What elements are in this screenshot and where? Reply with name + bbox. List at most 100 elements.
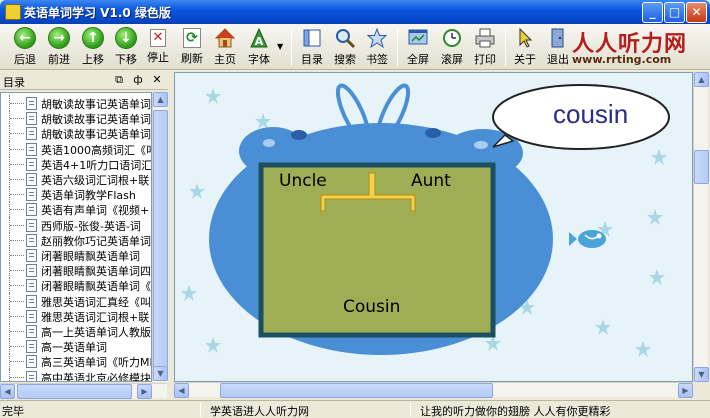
content-vertical-scrollbar[interactable]: ▲ ▼ <box>693 72 709 382</box>
document-icon <box>26 218 37 232</box>
move-up-button[interactable]: ↑ 上移 <box>76 26 110 68</box>
home-icon <box>214 28 236 48</box>
refresh-icon: ⟳ <box>183 28 201 48</box>
exit-button[interactable]: 退出 <box>541 26 575 68</box>
tree-connector <box>9 247 25 263</box>
content-scroll-down-icon[interactable]: ▼ <box>694 367 709 382</box>
printer-icon <box>475 28 495 48</box>
window-title: 英语单词学习 V1.0 绿色版 <box>24 6 171 20</box>
pin-icon[interactable]: ф <box>131 73 145 87</box>
stop-button[interactable]: ✕ 停止 <box>141 26 175 68</box>
tree-connector <box>9 338 25 355</box>
status-bar: 完毕 学英语进人人听力网 让我的听力做你的翅膀 人人有你更精彩 <box>0 400 710 418</box>
refresh-button[interactable]: ⟳ 刷新 <box>175 26 209 68</box>
tree-item[interactable]: 英语有声单词《视频+ <box>1 201 151 218</box>
tree-connector <box>9 277 25 294</box>
tree-item[interactable]: 雅思英语词汇真经《叫 <box>1 292 151 309</box>
tree-item[interactable]: 高一英语单词 <box>1 338 151 355</box>
tree-item[interactable]: 胡敏读故事记英语单词 <box>1 95 151 111</box>
sidebar-scroll-thumb[interactable] <box>153 110 168 380</box>
tree-item[interactable]: 胡敏读故事记英语单词 <box>1 125 151 142</box>
forward-button[interactable]: → 前进 <box>42 26 76 68</box>
autoscroll-button[interactable]: 滚屏 <box>435 26 469 68</box>
tree-item[interactable]: 闭著眼睛飘英语单词《 <box>1 277 151 294</box>
sidebar-header: 目录 ⧉ ф ✕ <box>0 72 168 90</box>
content-horizontal-scrollbar[interactable]: ◀ ▶ <box>174 382 693 398</box>
tree-item[interactable]: 英语六级词汇词根+联 <box>1 171 151 187</box>
sidebar-hscroll-thumb[interactable] <box>17 384 132 399</box>
minimize-button[interactable]: _ <box>642 2 663 23</box>
tree-connector <box>9 216 25 233</box>
toc-button[interactable]: 目录 <box>295 26 329 68</box>
sidebar-vertical-scrollbar[interactable]: ▲ ▼ <box>152 92 168 382</box>
tree-item[interactable]: 胡敏读故事记英语单词 <box>1 110 151 127</box>
document-icon <box>26 340 37 354</box>
font-icon: A <box>250 27 268 48</box>
home-label: 主页 <box>214 53 236 66</box>
document-icon <box>26 370 37 381</box>
uncle-label: Uncle <box>279 171 327 191</box>
tree-item[interactable]: 西师版-张俊-英语-词 <box>1 216 151 233</box>
back-button[interactable]: ← 后退 <box>8 26 42 68</box>
status-separator <box>200 402 201 417</box>
document-icon <box>26 127 37 141</box>
tree-item[interactable]: 闭著眼睛飘英语单词 <box>1 247 151 263</box>
tree-item[interactable]: 赵丽教你巧记英语单词 <box>1 231 151 248</box>
about-button[interactable]: 关于 <box>508 26 542 68</box>
document-icon <box>26 279 37 293</box>
scroll-down-icon[interactable]: ▼ <box>153 366 168 381</box>
tree-connector <box>9 231 25 248</box>
logo-url-text: www.rrting.com <box>572 53 672 66</box>
content-scroll-thumb[interactable] <box>694 150 709 184</box>
tree-item[interactable]: 英语单词教学Flash <box>1 186 151 203</box>
flash-content-area[interactable]: cousin Uncle Aunt Cousin <box>174 72 693 382</box>
tree-item[interactable]: 英语4+1听力口语词汇 <box>1 155 151 172</box>
content-scroll-left-icon[interactable]: ◀ <box>174 383 189 398</box>
tree-item[interactable]: 英语1000高频词汇《叫 <box>1 140 151 157</box>
tree-connector <box>9 201 25 218</box>
close-button[interactable]: ✕ <box>686 2 707 23</box>
tree-item[interactable]: 雅思英语词汇词根+联 <box>1 307 151 324</box>
status-motto: 让我的听力做你的翅膀 人人有你更精彩 <box>420 405 611 418</box>
content-scroll-up-icon[interactable]: ▲ <box>694 72 709 87</box>
tree-connector <box>9 186 25 203</box>
maximize-button[interactable]: □ <box>664 2 685 23</box>
scroll-up-icon[interactable]: ▲ <box>153 92 168 107</box>
font-button[interactable]: A 字体 <box>242 26 276 68</box>
scroll-left-icon[interactable]: ◀ <box>0 384 15 399</box>
sidebar-horizontal-scrollbar[interactable]: ◀ ▶ <box>0 383 167 399</box>
sidebar: 目录 ⧉ ф ✕ 胡敏读故事记英语单词 胡敏读故事记英语单词 胡敏读故事记英语单词英… <box>0 72 168 400</box>
document-icon <box>26 188 37 202</box>
document-icon <box>26 97 37 110</box>
tree-item[interactable]: 高三英语单词《听力MP <box>1 353 151 370</box>
exit-label: 退出 <box>547 53 569 66</box>
stop-icon: ✕ <box>150 29 166 47</box>
up-label: 上移 <box>82 53 104 66</box>
content-hscroll-thumb[interactable] <box>220 383 493 398</box>
bookmark-button[interactable]: 书签 <box>360 26 394 68</box>
toc-label: 目录 <box>301 53 323 66</box>
tree-item[interactable]: 高中英语北京必修模块 <box>1 368 151 381</box>
tree-connector <box>9 368 25 381</box>
scroll-right-icon[interactable]: ▶ <box>137 384 152 399</box>
content-scroll-right-icon[interactable]: ▶ <box>678 383 693 398</box>
tree-item[interactable]: 闭著眼睛飘英语单词四 <box>1 262 151 279</box>
forward-arrow-icon: → <box>48 27 70 49</box>
fullscreen-button[interactable]: 全屏 <box>401 26 435 68</box>
document-icon <box>26 142 37 156</box>
move-down-button[interactable]: ↓ 下移 <box>109 26 143 68</box>
status-text: 完毕 <box>2 405 24 418</box>
down-label: 下移 <box>115 53 137 66</box>
star-icon <box>366 27 388 49</box>
tree-item[interactable]: 高一上英语单词人教版 <box>1 323 151 339</box>
toc-tree[interactable]: 胡敏读故事记英语单词 胡敏读故事记英语单词 胡敏读故事记英语单词 英语1000高频词汇… <box>0 92 152 382</box>
document-icon <box>26 294 37 308</box>
sidebar-close-icon[interactable]: ✕ <box>150 73 164 87</box>
site-logo[interactable]: 人人听力网 www.rrting.com <box>572 26 706 68</box>
print-button[interactable]: 打印 <box>468 26 502 68</box>
search-button[interactable]: 搜索 <box>328 26 362 68</box>
font-dropdown-arrow-icon[interactable]: ▼ <box>277 42 283 51</box>
home-button[interactable]: 主页 <box>208 26 242 68</box>
dock-icon[interactable]: ⧉ <box>112 73 126 87</box>
print-label: 打印 <box>474 53 496 66</box>
